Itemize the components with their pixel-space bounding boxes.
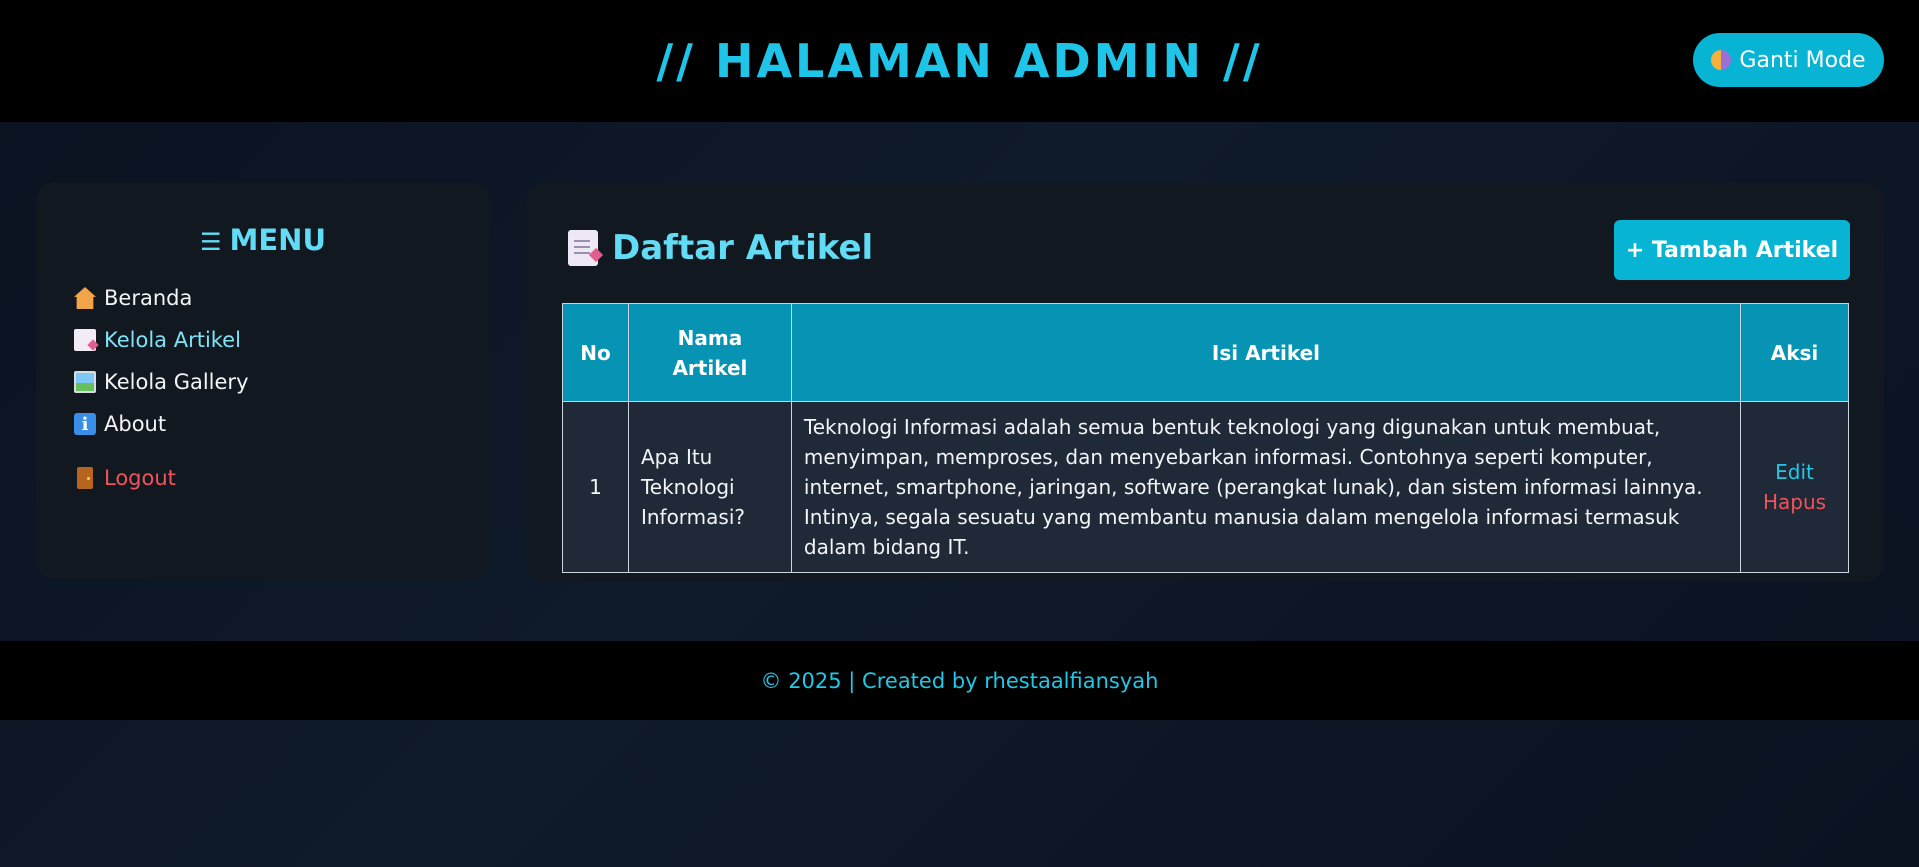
site-footer: © 2025 | Created by rhestaalfiansyah: [0, 641, 1919, 720]
toggle-mode-button[interactable]: Ganti Mode: [1693, 33, 1884, 87]
menu-title-label: MENU: [229, 223, 327, 257]
logout-label: Logout: [104, 466, 176, 490]
column-header-label: Nama Artikel: [672, 325, 748, 380]
document-icon: [74, 329, 96, 351]
sidebar-item-kelola-gallery[interactable]: Kelola Gallery: [74, 370, 249, 394]
main-content: Daftar Artikel + Tambah Artikel No Nama …: [526, 183, 1884, 581]
sidebar-item-beranda[interactable]: Beranda: [74, 286, 192, 310]
door-icon: [77, 467, 93, 489]
column-header-no: No: [562, 303, 629, 402]
sidebar-item-label: About: [104, 412, 167, 436]
page-title: // HALAMAN ADMIN //: [656, 34, 1263, 88]
sidebar-item-label: Beranda: [104, 286, 193, 310]
info-icon: i: [74, 413, 96, 435]
hamburger-icon: ☰: [199, 228, 222, 256]
house-icon: [74, 287, 96, 309]
edit-link[interactable]: Edit: [1741, 457, 1848, 487]
article-content: Teknologi Informasi adalah semua bentuk …: [790, 401, 1742, 573]
document-icon: [568, 230, 598, 266]
logout-link[interactable]: Logout: [74, 466, 176, 490]
sidebar-item-label: Kelola Artikel: [104, 328, 241, 352]
footer-text: © 2025 | Created by rhestaalfiansyah: [760, 668, 1159, 693]
delete-link[interactable]: Hapus: [1741, 487, 1848, 517]
table-row: 1 Apa Itu Teknologi Informasi? Teknologi…: [562, 401, 1849, 573]
sidebar: ☰ MENU Beranda Kelola Artikel Kelola Gall…: [36, 183, 490, 579]
picture-icon: [74, 371, 96, 393]
column-header-aksi: Aksi: [1740, 303, 1849, 402]
section-title-label: Daftar Artikel: [612, 228, 874, 268]
add-article-button[interactable]: + Tambah Artikel: [1614, 220, 1850, 280]
site-header: // HALAMAN ADMIN // Ganti Mode: [0, 0, 1919, 122]
menu-title: ☰ MENU: [36, 223, 490, 257]
theme-toggle-icon: [1711, 50, 1732, 70]
article-name: Apa Itu Teknologi Informasi?: [627, 401, 792, 573]
section-title: Daftar Artikel: [568, 228, 873, 268]
row-actions: Edit Hapus: [1740, 401, 1849, 573]
sidebar-item-label: Kelola Gallery: [104, 370, 249, 394]
column-header-nama-artikel: Nama Artikel: [627, 303, 792, 402]
column-header-isi-artikel: Isi Artikel: [790, 303, 1742, 402]
toggle-mode-label: Ganti Mode: [1739, 47, 1866, 73]
sidebar-item-kelola-artikel[interactable]: Kelola Artikel: [74, 328, 241, 352]
sidebar-item-about[interactable]: i About: [74, 412, 166, 436]
table-header-row: No Nama Artikel Isi Artikel Aksi: [562, 303, 1849, 402]
articles-table: No Nama Artikel Isi Artikel Aksi 1 Apa I…: [562, 303, 1849, 573]
row-number: 1: [562, 401, 629, 573]
